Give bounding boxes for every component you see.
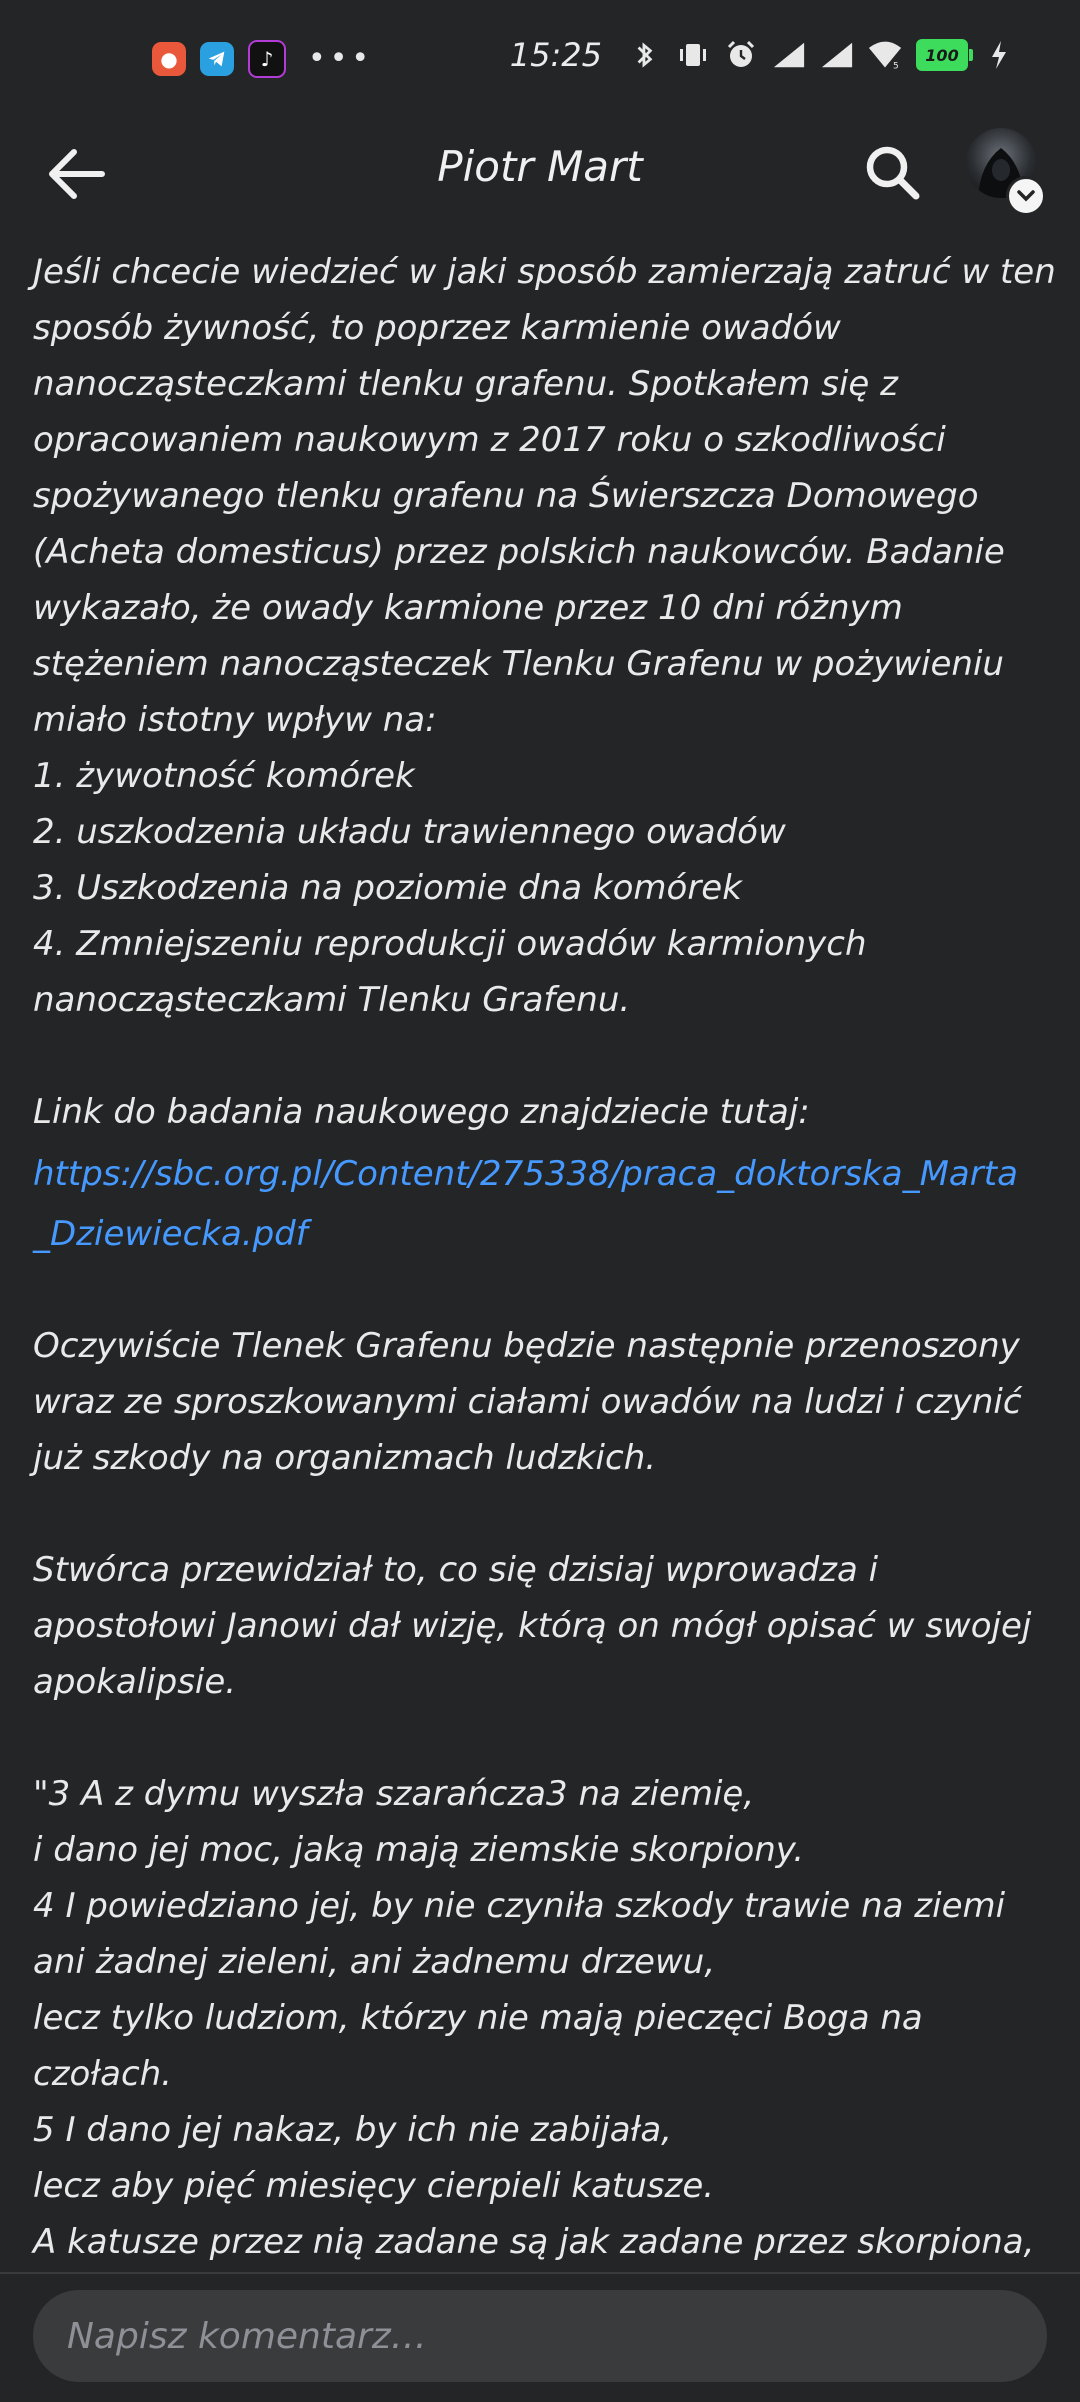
status-bar-notifications: ● ♪ ••• [152, 40, 373, 78]
list-item: 1. żywotność komórek [33, 756, 415, 796]
status-bar: ● ♪ ••• 15:25 5 100 [0, 0, 1080, 118]
notification-app-icon: ● [152, 42, 186, 76]
post-text-line: wykazało, że owady karmione przez 10 dni… [33, 588, 903, 628]
post-text-line: Stwórca przewidział to, co się dzisiaj w… [33, 1550, 879, 1590]
list-item: nanocząsteczkami Tlenku Grafenu. [33, 980, 631, 1020]
more-notifications-icon: ••• [308, 41, 374, 76]
post-text-line: już szkody na organizmach ludzkich. [33, 1438, 657, 1478]
charging-icon [982, 38, 1016, 72]
tiktok-icon: ♪ [248, 40, 286, 78]
post-text-line: apostołowi Janowi dał wizję, którą on mó… [33, 1606, 1032, 1646]
quote-line: i dano jej moc, jaką mają ziemskie skorp… [33, 1830, 805, 1870]
post-paragraph-3: Stwórca przewidział to, co się dzisiaj w… [33, 1542, 1053, 1710]
post-body: Jeśli chcecie wiedzieć w jaki sposób zam… [33, 244, 1056, 2326]
post-text-line: Oczywiście Tlenek Grafenu będzie następn… [33, 1326, 1020, 1366]
post-text-line: nanocząsteczkami tlenku grafenu. Spotkał… [33, 364, 898, 404]
quote-line: lecz tylko ludziom, którzy nie mają piec… [33, 1998, 923, 2038]
comment-input[interactable] [33, 2290, 1047, 2382]
telegram-icon [200, 42, 234, 76]
alarm-icon [724, 38, 758, 72]
svg-text:5: 5 [893, 61, 899, 71]
post-paragraph-2: Oczywiście Tlenek Grafenu będzie następn… [33, 1318, 1053, 1486]
search-button[interactable] [852, 132, 932, 212]
study-link[interactable]: https://sbc.org.pl/Content/275338/praca_… [33, 1146, 1053, 1202]
post-text-line: sposób żywność, to poprzez karmienie owa… [33, 308, 841, 348]
clock: 15:25 [509, 36, 602, 74]
post-paragraph-link: Link do badania naukowego znajdziecie tu… [33, 1084, 1053, 1262]
post-text-line: opracowaniem naukowym z 2017 roku o szko… [33, 420, 946, 460]
wifi-icon: 5 [868, 38, 902, 72]
battery-icon: 100 [916, 39, 973, 71]
post-text-line: apokalipsie. [33, 1662, 237, 1702]
list-item: 4. Zmniejszeniu reprodukcji owadów karmi… [33, 924, 867, 964]
post-text-line: wraz ze sproszkowanymi ciałami owadów na… [33, 1382, 1022, 1422]
post-paragraph-intro: Jeśli chcecie wiedzieć w jaki sposób zam… [33, 244, 1056, 1028]
list-item: 2. uszkodzenia układu trawiennego owadów [33, 812, 786, 852]
app-header: Piotr Mart [0, 118, 1080, 242]
chevron-down-icon [1006, 176, 1046, 216]
link-intro-text: Link do badania naukowego znajdziecie tu… [33, 1092, 810, 1132]
quote-line: "3 A z dymu wyszła szarańcza3 na ziemię, [33, 1774, 755, 1814]
status-bar-system: 15:25 5 100 [510, 36, 1016, 74]
vibrate-icon [676, 38, 710, 72]
search-icon [866, 146, 920, 200]
signal-2-icon [820, 38, 854, 72]
bluetooth-icon [628, 38, 662, 72]
post-text-line: (Acheta domesticus) przez polskich nauko… [33, 532, 1005, 572]
profile-menu-button[interactable] [966, 128, 1046, 216]
list-item: 3. Uszkodzenia na poziomie dna komórek [33, 868, 742, 908]
post-text-line: stężeniem nanocząsteczek Tlenku Grafenu … [33, 644, 1004, 684]
quote-line: A katusze przez nią zadane są jak zadane… [33, 2222, 1035, 2262]
quote-line: 5 I dano jej nakaz, by ich nie zabijała, [33, 2110, 672, 2150]
quote-line: czołach. [33, 2054, 172, 2094]
quote-line: ani żadnej zieleni, ani żadnemu drzewu, [33, 1942, 716, 1982]
comment-bar [0, 2272, 1080, 2402]
quote-line: lecz aby pięć miesięcy cierpieli katusze… [33, 2166, 715, 2206]
post-text-line: Jeśli chcecie wiedzieć w jaki sposób zam… [33, 252, 1056, 292]
quote-line: 4 I powiedziano jej, by nie czyniła szko… [33, 1886, 1006, 1926]
post-text-line: miało istotny wpływ na: [33, 700, 437, 740]
post-text-line: spożywanego tlenku grafenu na Świerszcza… [33, 476, 979, 516]
post-quote: "3 A z dymu wyszła szarańcza3 na ziemię,… [33, 1766, 1053, 2270]
study-link-continuation[interactable]: _Dziewiecka.pdf [33, 1206, 1053, 1262]
signal-1-icon [772, 38, 806, 72]
